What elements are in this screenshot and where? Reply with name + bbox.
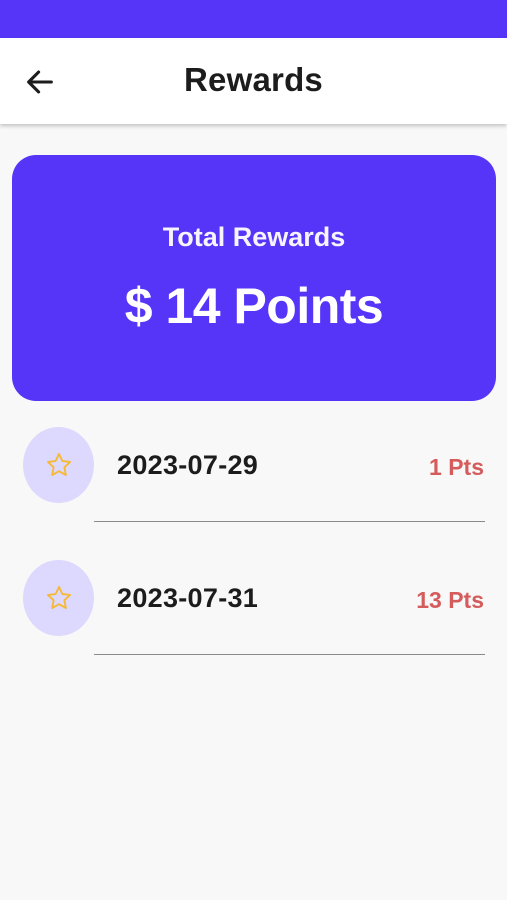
list-item: 2023-07-29 1 Pts <box>0 425 507 558</box>
star-icon <box>46 585 71 609</box>
page-title: Rewards <box>184 61 323 98</box>
status-bar <box>0 0 507 38</box>
reward-icon-badge <box>23 560 94 636</box>
reward-date: 2023-07-31 <box>117 583 259 613</box>
app-bar: Rewards <box>0 38 507 124</box>
star-icon <box>46 452 71 476</box>
reward-date: 2023-07-29 <box>117 450 259 480</box>
total-rewards-label: Total Rewards <box>162 222 346 252</box>
divider <box>94 521 485 522</box>
reward-points: 1 Pts <box>429 454 484 480</box>
total-rewards-card: Total Rewards $ 14 Points <box>12 155 496 401</box>
list-item: 2023-07-31 13 Pts <box>0 558 507 691</box>
total-rewards-value: $ 14 Points <box>124 278 384 334</box>
reward-list: 2023-07-29 1 Pts 2023-07-31 13 Pts <box>0 425 507 691</box>
reward-points: 13 Pts <box>416 587 484 613</box>
reward-icon-badge <box>23 427 94 503</box>
divider <box>94 654 485 655</box>
